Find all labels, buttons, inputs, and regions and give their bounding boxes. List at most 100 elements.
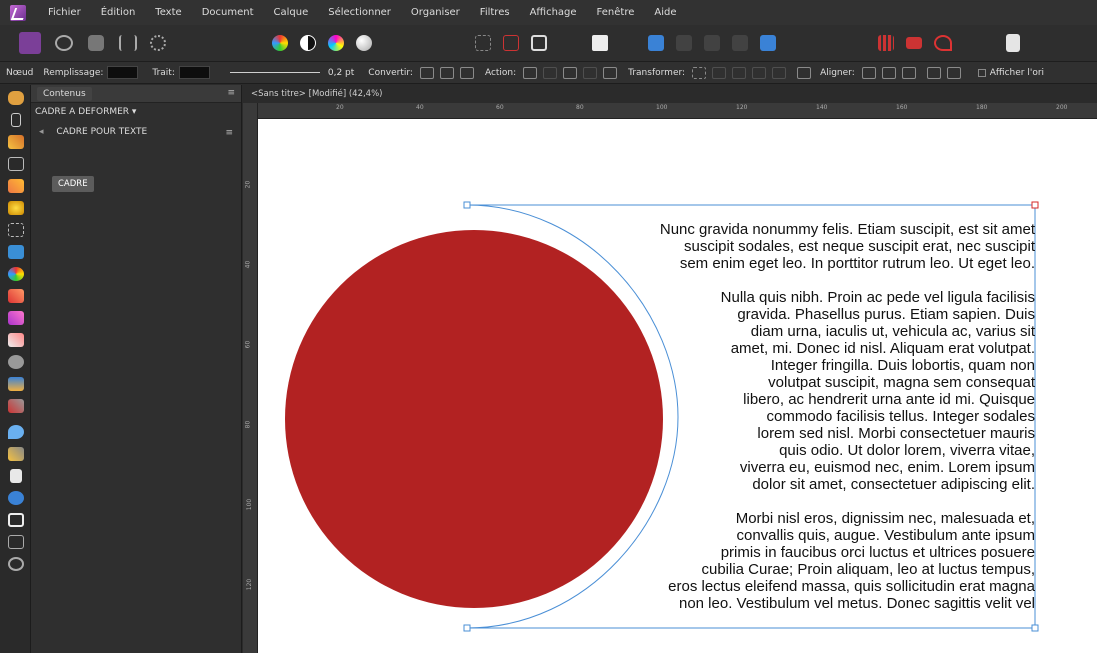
designer-persona-icon[interactable] [88, 35, 104, 51]
menu-item-0[interactable]: Fichier [38, 7, 91, 18]
tab-contents[interactable]: Contenus [37, 86, 92, 101]
join-curves-icon[interactable] [583, 66, 598, 79]
selection-rect-icon[interactable] [475, 35, 491, 51]
transform-flip-icon[interactable] [752, 66, 767, 79]
crop-tool-icon[interactable] [8, 157, 24, 171]
assistant-icon[interactable] [1006, 34, 1020, 52]
deform-frame-dropdown[interactable]: CADRE A DEFORMER ▾ [35, 107, 136, 117]
align-bottom-icon[interactable] [946, 66, 961, 79]
handle-top-left[interactable] [463, 201, 471, 209]
node-tool-icon[interactable] [11, 113, 21, 127]
smooth-curve-icon[interactable] [563, 66, 578, 79]
color-wheel-icon[interactable] [272, 35, 288, 51]
stroke-width-value[interactable]: 0,2 pt [328, 68, 354, 78]
photo-persona-icon[interactable] [55, 35, 73, 51]
stroke-width-slider[interactable] [229, 72, 320, 73]
hand-tool-icon[interactable] [8, 91, 24, 105]
color-balance-icon[interactable] [328, 35, 344, 51]
arrange-front-icon[interactable] [732, 35, 748, 51]
frame-chip[interactable]: CADRE [52, 176, 94, 192]
menu-item-10[interactable]: Aide [644, 7, 686, 18]
convert-smooth-icon[interactable] [439, 66, 454, 79]
arrange-backward-icon[interactable] [676, 35, 692, 51]
show-origin-checkbox[interactable] [977, 68, 986, 77]
color-replace-tool-icon[interactable] [8, 311, 24, 325]
reverse-curve-icon[interactable] [603, 66, 618, 79]
handle-top-right[interactable] [1031, 201, 1039, 209]
menu-item-6[interactable]: Organiser [401, 7, 470, 18]
break-curve-icon[interactable] [523, 66, 538, 79]
menu-item-7[interactable]: Filtres [470, 7, 520, 18]
document-tab[interactable]: <Sans titre> [Modifié] (42,4%) [243, 85, 1097, 103]
ruler-vertical[interactable]: 20 40 60 80 100 120 [243, 103, 258, 653]
deselect-icon[interactable] [503, 35, 519, 51]
fill-tool-icon[interactable] [8, 245, 24, 259]
ruler-tick-label: 20 [244, 180, 252, 189]
contents-item-text-frame[interactable]: ◂ CADRE POUR TEXTE [39, 127, 235, 141]
pen-tool-icon[interactable] [8, 135, 24, 149]
snapping-options-icon[interactable] [906, 37, 922, 49]
transform-rotate-icon[interactable] [712, 66, 727, 79]
stroke-swatch[interactable] [178, 66, 210, 79]
move-tool-icon[interactable] [10, 469, 22, 483]
ellipse-tool-icon[interactable] [8, 491, 24, 505]
arrange-forward-icon[interactable] [704, 35, 720, 51]
frame-text-content[interactable]: Nunc gravida nonummy felis. Etiam suscip… [575, 221, 1035, 629]
snapping-magnet-icon[interactable] [934, 35, 952, 51]
item-menu-icon[interactable]: ≡ [225, 128, 233, 138]
menu-item-8[interactable]: Affichage [520, 7, 587, 18]
align-nodes-left-icon[interactable] [861, 66, 876, 79]
menu-item-5[interactable]: Sélectionner [318, 7, 401, 18]
transform-skew-icon[interactable] [772, 66, 787, 79]
dodge-tool-icon[interactable] [8, 355, 24, 369]
menu-item-3[interactable]: Document [192, 7, 264, 18]
invert-selection-icon[interactable] [531, 35, 547, 51]
menu-item-4[interactable]: Calque [264, 7, 319, 18]
export-persona-icon[interactable] [119, 35, 137, 51]
handle-bottom-left[interactable] [463, 624, 471, 632]
text-paragraph: Morbi nisl eros, dignissim nec, malesuad… [575, 510, 1035, 612]
contents-panel: Contenus ≡ CADRE A DEFORMER ▾ ◂ CADRE PO… [31, 85, 242, 653]
brush-tool-icon[interactable] [8, 289, 24, 303]
table-tool-icon[interactable] [8, 535, 24, 549]
mask-icon[interactable] [592, 35, 608, 51]
panel-menu-icon[interactable]: ≡ [227, 88, 235, 98]
close-curve-icon[interactable] [543, 66, 558, 79]
white-balance-icon[interactable] [356, 35, 372, 51]
magic-wand-tool-icon[interactable] [8, 201, 24, 215]
menu-item-2[interactable]: Texte [145, 7, 191, 18]
frame-text-tool-icon[interactable] [8, 513, 24, 527]
transform-center-icon[interactable] [797, 66, 812, 79]
ruler-tick-label: 120 [736, 104, 748, 111]
group-icon[interactable] [760, 35, 776, 51]
healing-tool-icon[interactable] [8, 399, 24, 413]
grid-snap-icon[interactable] [878, 35, 894, 51]
paint-brush-tool-icon[interactable] [8, 179, 24, 193]
clone-tool-icon[interactable] [8, 377, 24, 391]
convert-sharp-icon[interactable] [419, 66, 434, 79]
share-icon[interactable] [150, 35, 166, 51]
transform-scale-icon[interactable] [732, 66, 747, 79]
convert-smart-icon[interactable] [459, 66, 474, 79]
zoom-tool-icon[interactable] [8, 557, 24, 571]
text-paragraph: Nulla quis nibh. Proin ac pede vel ligul… [575, 289, 1035, 493]
color-picker-tool-icon[interactable] [8, 267, 24, 281]
transform-mode-icon[interactable] [692, 66, 707, 79]
align-top-icon[interactable] [926, 66, 941, 79]
align-nodes-center-icon[interactable] [881, 66, 896, 79]
text-line: Morbi nisl eros, dignissim nec, malesuad… [735, 510, 1035, 527]
align-nodes-right-icon[interactable] [901, 66, 916, 79]
menu-item-9[interactable]: Fenêtre [587, 7, 645, 18]
marquee-tool-icon[interactable] [8, 223, 24, 237]
publisher-persona-icon[interactable] [19, 32, 41, 54]
eraser-tool-icon[interactable] [8, 333, 24, 347]
expand-chevron-icon[interactable]: ◂ [39, 127, 44, 137]
smudge-tool-icon[interactable] [8, 447, 24, 461]
align-label: Aligner: [820, 67, 855, 78]
ruler-horizontal[interactable]: 20 40 60 80 100 120 140 160 180 200 [258, 103, 1097, 119]
blur-tool-icon[interactable] [8, 425, 24, 439]
arrange-back-icon[interactable] [648, 35, 664, 51]
contrast-icon[interactable] [300, 35, 316, 51]
fill-swatch[interactable] [107, 66, 139, 79]
menu-item-1[interactable]: Édition [91, 7, 146, 18]
